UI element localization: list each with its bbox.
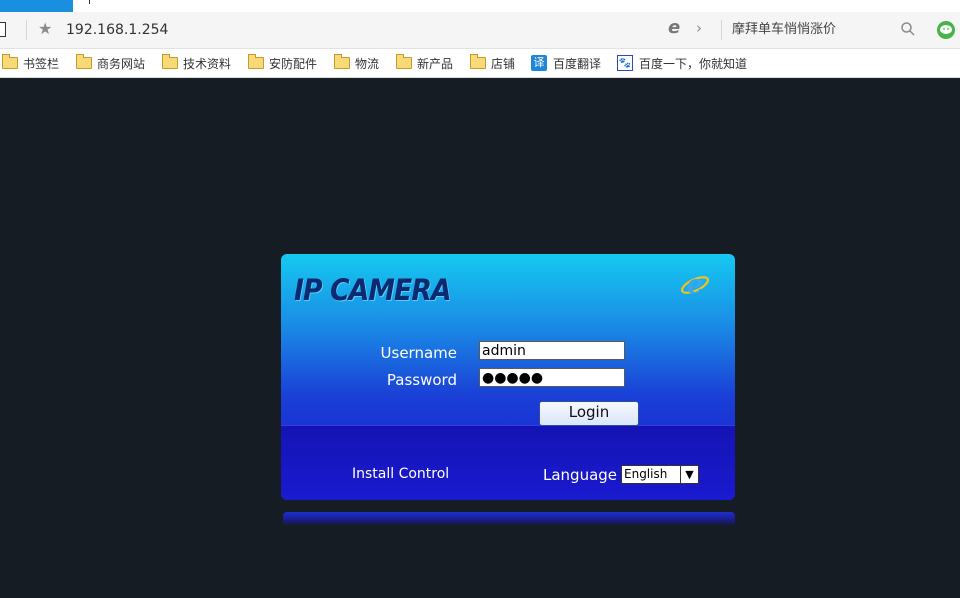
chevron-down-icon[interactable]: ▼: [680, 466, 698, 483]
bookmarks-bar: 书签栏 商务网站 技术资料 安防配件 物流 新产品 店铺 译 百度翻译 🐾 百度…: [0, 49, 960, 78]
bookmark-label: 安防配件: [269, 56, 318, 71]
login-panel-footer: [281, 425, 735, 500]
language-selected-value: English: [624, 467, 668, 481]
bookmark-item[interactable]: 安防配件: [248, 49, 317, 77]
bookmark-item[interactable]: 新产品: [396, 49, 453, 77]
wechat-icon[interactable]: [936, 20, 956, 40]
bookmark-label: 商务网站: [97, 56, 146, 71]
ie-mode-icon[interactable]: e: [668, 18, 680, 38]
folder-icon: [162, 54, 178, 69]
bookmark-label: 新产品: [417, 56, 454, 71]
bookmark-label: 百度翻译: [553, 56, 602, 71]
chevron-right-icon[interactable]: ›: [696, 18, 702, 38]
search-divider: [721, 20, 722, 40]
folder-icon: [248, 54, 264, 69]
folder-icon: [470, 54, 486, 69]
bookmark-item[interactable]: 技术资料: [162, 49, 231, 77]
bookmark-label: 百度一下，你就知道: [639, 56, 748, 71]
panel-reflection: [283, 512, 735, 526]
bookmark-item[interactable]: 书签栏: [2, 49, 59, 77]
folder-icon: [334, 54, 350, 69]
login-panel: IP CAMERA e Username Password Login Inst…: [281, 254, 735, 500]
bookmark-item[interactable]: 译 百度翻译: [531, 49, 601, 77]
bookmark-label: 店铺: [491, 56, 516, 71]
baidu-paw-icon: 🐾: [617, 55, 633, 71]
username-input[interactable]: [479, 341, 625, 360]
password-input[interactable]: [479, 368, 625, 387]
bookmark-item[interactable]: 店铺: [470, 49, 515, 77]
bookmark-item[interactable]: 商务网站: [76, 49, 145, 77]
search-box-text[interactable]: 摩拜单车悄悄涨价: [732, 21, 836, 39]
star-icon[interactable]: ★: [38, 19, 52, 39]
address-divider: [26, 20, 27, 40]
language-label: Language: [543, 466, 618, 484]
login-button[interactable]: Login: [539, 401, 639, 426]
bookmark-label: 书签栏: [23, 56, 60, 71]
folder-icon: [396, 54, 412, 69]
internet-explorer-icon: e: [681, 270, 709, 300]
tab-separator: [89, 0, 90, 4]
page-icon: [0, 22, 6, 37]
folder-icon: [76, 54, 92, 69]
password-label: Password: [386, 371, 457, 389]
svg-text:e: e: [687, 270, 704, 300]
bookmark-label: 物流: [355, 56, 380, 71]
bookmark-item[interactable]: 物流: [334, 49, 379, 77]
tab-strip: [0, 0, 960, 12]
translate-icon: 译: [531, 55, 547, 71]
active-tab[interactable]: [0, 0, 73, 12]
username-label: Username: [380, 344, 457, 362]
install-control-link[interactable]: Install Control: [352, 466, 449, 482]
folder-icon: [2, 54, 18, 69]
page-title: IP CAMERA: [294, 273, 452, 307]
bookmark-item[interactable]: 🐾 百度一下，你就知道: [617, 49, 747, 77]
search-icon[interactable]: [900, 21, 916, 37]
url-field[interactable]: 192.168.1.254: [66, 21, 168, 39]
address-bar: ★ 192.168.1.254 e › 摩拜单车悄悄涨价: [0, 12, 960, 49]
language-select[interactable]: English ▼: [621, 465, 699, 484]
bookmark-label: 技术资料: [183, 56, 232, 71]
